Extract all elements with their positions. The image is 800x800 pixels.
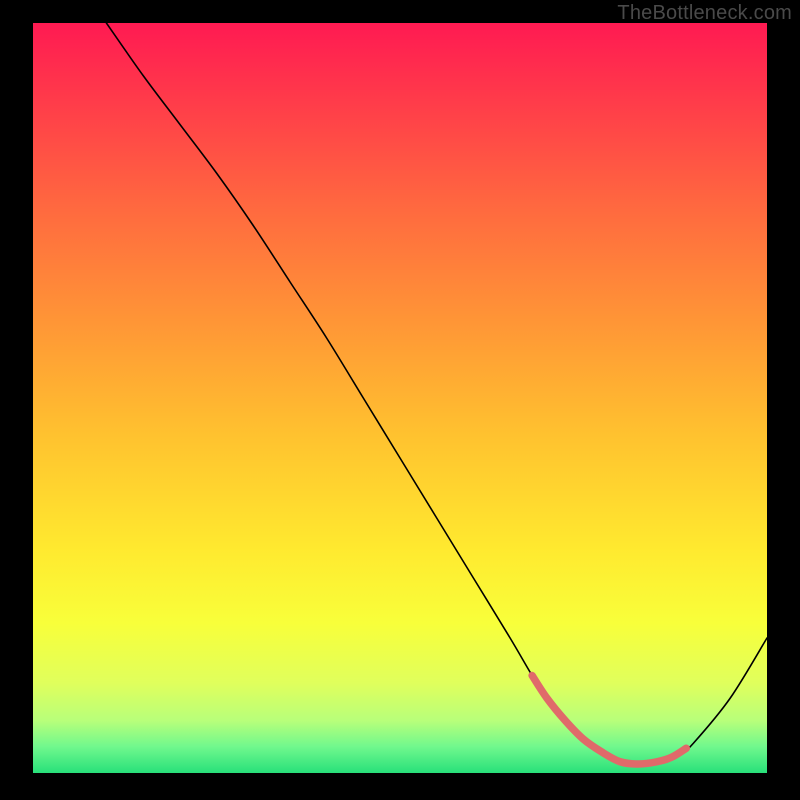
watermark-text: TheBottleneck.com <box>617 2 792 25</box>
chart-stage: TheBottleneck.com <box>0 0 800 800</box>
chart-svg <box>33 23 767 773</box>
plot-area <box>33 23 767 773</box>
